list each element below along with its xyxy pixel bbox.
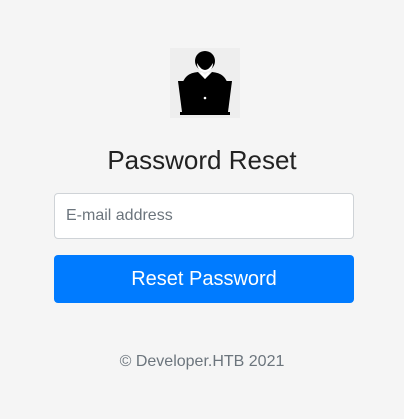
- footer-copyright: © Developer.HTB 2021: [119, 353, 285, 370]
- page-title: Password Reset: [107, 145, 297, 175]
- email-field[interactable]: [54, 193, 354, 239]
- password-reset-page: Password Reset Reset Password © Develope…: [0, 0, 404, 419]
- reset-password-button[interactable]: Reset Password: [54, 255, 354, 303]
- developer-laptop-icon: [170, 48, 240, 118]
